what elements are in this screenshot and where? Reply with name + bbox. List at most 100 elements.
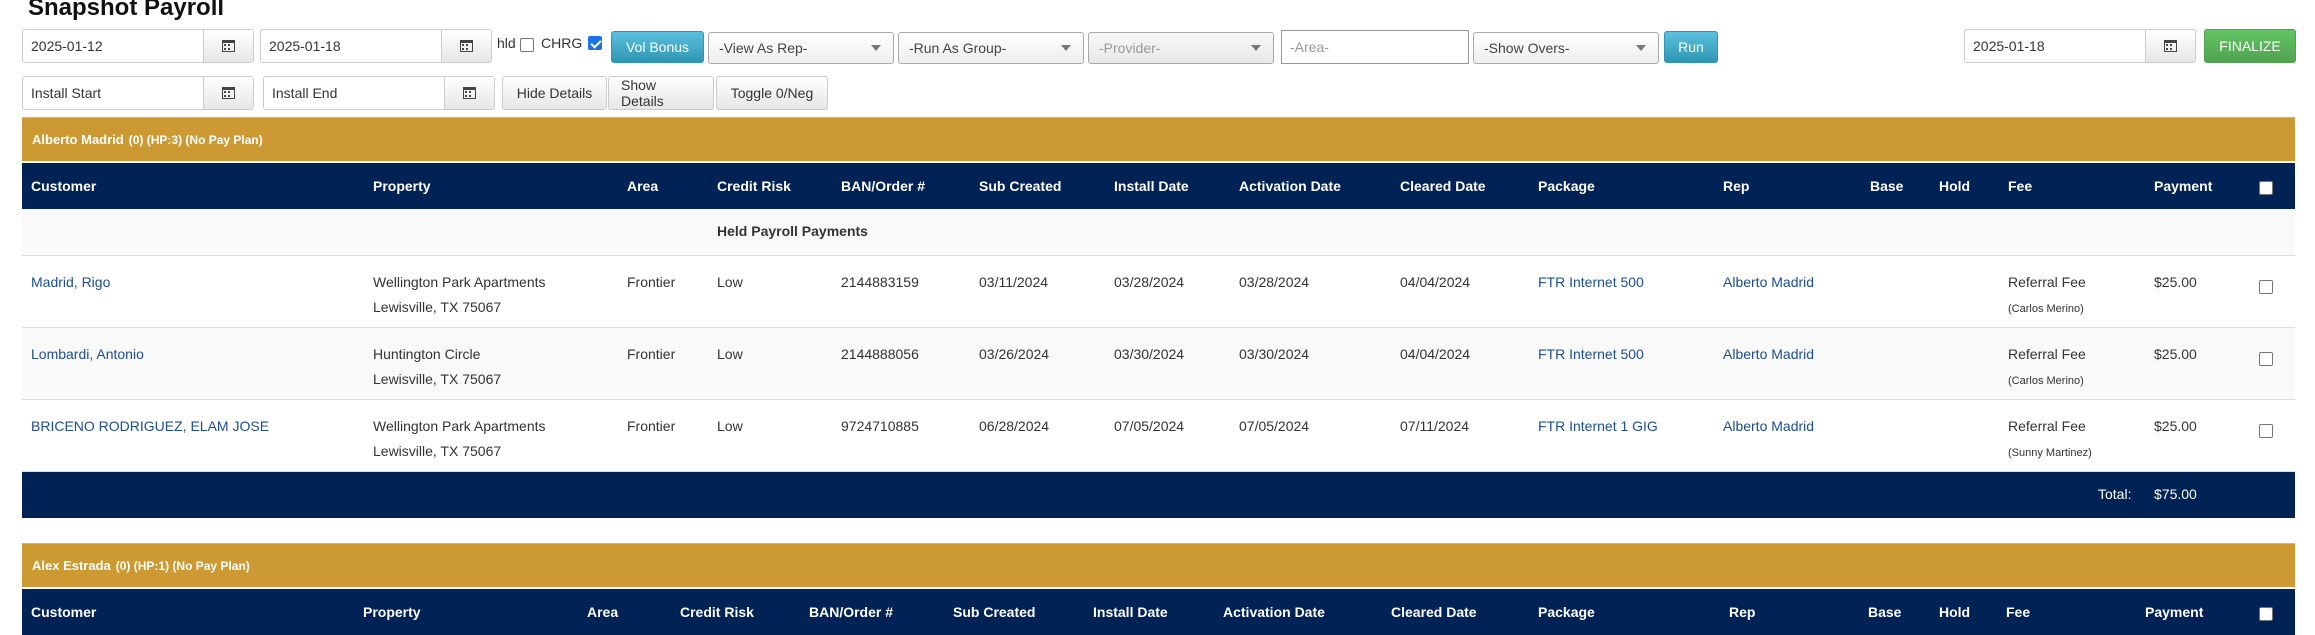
chrg-label: CHRG xyxy=(541,35,583,51)
view-as-rep-select[interactable]: -View As Rep- xyxy=(708,32,894,64)
show-overs-value: -Show Overs- xyxy=(1484,40,1570,56)
activation-date-cell: 03/30/2024 xyxy=(1239,346,1310,362)
row-checkbox[interactable] xyxy=(2259,424,2273,438)
vol-bonus-button[interactable]: Vol Bonus xyxy=(611,31,704,63)
col-ban: BAN/Order # xyxy=(809,604,894,620)
total-row: Total: $75.00 xyxy=(22,472,2295,518)
end-date-calendar-button[interactable] xyxy=(441,30,491,62)
select-all-checkbox[interactable] xyxy=(2259,181,2273,195)
row-checkbox[interactable] xyxy=(2259,352,2273,366)
install-date-cell: 03/30/2024 xyxy=(1114,346,1185,362)
col-property: Property xyxy=(363,604,421,620)
rep-meta: (0) (HP:3) (No Pay Plan) xyxy=(128,132,263,147)
rep-link[interactable]: Alberto Madrid xyxy=(1723,414,1814,439)
property-address: Lewisville, TX 75067 xyxy=(373,299,502,315)
fee-cell: Referral Fee (Carlos Merino) xyxy=(2008,342,2086,394)
fee-type: Referral Fee xyxy=(2008,346,2086,362)
chevron-down-icon xyxy=(1636,45,1646,51)
rep-section-header: Alberto Madrid (0) (HP:3) (No Pay Plan) xyxy=(22,117,2295,161)
chevron-down-icon xyxy=(1251,45,1261,51)
cleared-date-cell: 04/04/2024 xyxy=(1400,346,1471,362)
rep-link[interactable]: Alberto Madrid xyxy=(1723,270,1814,295)
show-overs-select[interactable]: -Show Overs- xyxy=(1473,32,1659,64)
package-link[interactable]: FTR Internet 1 GIG xyxy=(1538,414,1658,439)
install-end-picker[interactable]: Install End xyxy=(263,76,495,110)
view-as-rep-value: -View As Rep- xyxy=(719,40,808,56)
fee-type: Referral Fee xyxy=(2008,274,2086,290)
col-rep: Rep xyxy=(1723,178,1750,194)
col-cleared-date: Cleared Date xyxy=(1391,604,1477,620)
run-as-group-value: -Run As Group- xyxy=(909,40,1007,56)
end-date-input[interactable]: 2025-01-18 xyxy=(261,30,441,62)
finalize-button[interactable]: FINALIZE xyxy=(2204,29,2296,63)
rep-name: Alex Estrada xyxy=(32,558,111,573)
col-cleared-date: Cleared Date xyxy=(1400,178,1486,194)
package-link[interactable]: FTR Internet 500 xyxy=(1538,270,1644,295)
start-date-picker[interactable]: 2025-01-12 xyxy=(22,29,254,63)
install-filter-toolbar: Install Start Install End Hide Details S… xyxy=(22,76,922,112)
credit-risk-cell: Low xyxy=(717,418,743,434)
activation-date-cell: 07/05/2024 xyxy=(1239,418,1310,434)
run-button[interactable]: Run xyxy=(1664,31,1718,63)
area-input[interactable]: -Area- xyxy=(1281,30,1469,64)
chrg-checkbox[interactable] xyxy=(588,36,602,50)
table-header: Customer Property Area Credit Risk BAN/O… xyxy=(22,163,2295,209)
rep-link[interactable]: Alberto Madrid xyxy=(1723,342,1814,367)
sub-created-cell: 03/26/2024 xyxy=(979,346,1050,362)
col-activation-date: Activation Date xyxy=(1223,604,1325,620)
table-header: Customer Property Area Credit Risk BAN/O… xyxy=(22,589,2295,635)
finalize-date-picker[interactable]: 2025-01-18 xyxy=(1964,29,2196,63)
page-title: Snapshot Payroll xyxy=(28,0,225,21)
customer-link[interactable]: BRICENO RODRIGUEZ, ELAM JOSE xyxy=(31,414,269,439)
col-payment: Payment xyxy=(2154,178,2213,194)
toggle-zero-neg-button[interactable]: Toggle 0/Neg xyxy=(716,76,828,110)
finalize-date-calendar-button[interactable] xyxy=(2145,30,2195,62)
provider-select[interactable]: -Provider- xyxy=(1088,32,1274,64)
fee-note: (Carlos Merino) xyxy=(2008,375,2084,387)
install-end-input[interactable]: Install End xyxy=(264,77,444,109)
install-date-cell: 03/28/2024 xyxy=(1114,274,1185,290)
total-label: Total: xyxy=(2098,486,2132,502)
col-sub-created: Sub Created xyxy=(979,178,1062,194)
customer-link[interactable]: Madrid, Rigo xyxy=(31,270,110,295)
col-customer: Customer xyxy=(31,178,97,194)
row-checkbox[interactable] xyxy=(2259,280,2273,294)
install-start-input[interactable]: Install Start xyxy=(23,77,203,109)
col-fee: Fee xyxy=(2008,178,2033,194)
col-base: Base xyxy=(1870,178,1904,194)
calendar-icon xyxy=(222,40,235,52)
fee-note: (Carlos Merino) xyxy=(2008,303,2084,315)
payment-cell: $25.00 xyxy=(2154,418,2197,434)
hld-checkbox[interactable] xyxy=(520,38,534,52)
show-details-button[interactable]: Show Details xyxy=(608,76,714,110)
install-end-calendar-button[interactable] xyxy=(444,77,494,109)
ban-cell: 2144888056 xyxy=(841,346,919,362)
fee-cell: Referral Fee (Sunny Martinez) xyxy=(2008,414,2092,466)
chevron-down-icon xyxy=(1061,45,1071,51)
property-cell: Wellington Park Apartments Lewisville, TX… xyxy=(373,270,546,320)
start-date-input[interactable]: 2025-01-12 xyxy=(23,30,203,62)
cleared-date-cell: 07/11/2024 xyxy=(1400,418,1470,434)
col-package: Package xyxy=(1538,604,1595,620)
end-date-picker[interactable]: 2025-01-18 xyxy=(260,29,492,63)
ban-cell: 2144883159 xyxy=(841,274,919,290)
payment-cell: $25.00 xyxy=(2154,346,2197,362)
table-row: Lombardi, Antonio Huntington Circle Lewis… xyxy=(22,328,2295,400)
install-start-picker[interactable]: Install Start xyxy=(22,76,254,110)
package-link[interactable]: FTR Internet 500 xyxy=(1538,342,1644,367)
area-cell: Frontier xyxy=(627,346,676,362)
col-credit-risk: Credit Risk xyxy=(680,604,754,620)
ban-cell: 9724710885 xyxy=(841,418,919,434)
customer-link[interactable]: Lombardi, Antonio xyxy=(31,342,144,367)
install-start-calendar-button[interactable] xyxy=(203,77,253,109)
finalize-date-input[interactable]: 2025-01-18 xyxy=(1965,30,2145,62)
col-sub-created: Sub Created xyxy=(953,604,1036,620)
credit-risk-cell: Low xyxy=(717,274,743,290)
hide-details-button[interactable]: Hide Details xyxy=(502,76,607,110)
start-date-calendar-button[interactable] xyxy=(203,30,253,62)
property-cell: Wellington Park Apartments Lewisville, TX… xyxy=(373,414,546,464)
filter-toolbar: 2025-01-12 2025-01-18 hld CHRG Vol Bonus… xyxy=(22,29,2296,65)
run-as-group-select[interactable]: -Run As Group- xyxy=(898,32,1084,64)
select-all-checkbox[interactable] xyxy=(2259,607,2273,621)
col-rep: Rep xyxy=(1729,604,1756,620)
